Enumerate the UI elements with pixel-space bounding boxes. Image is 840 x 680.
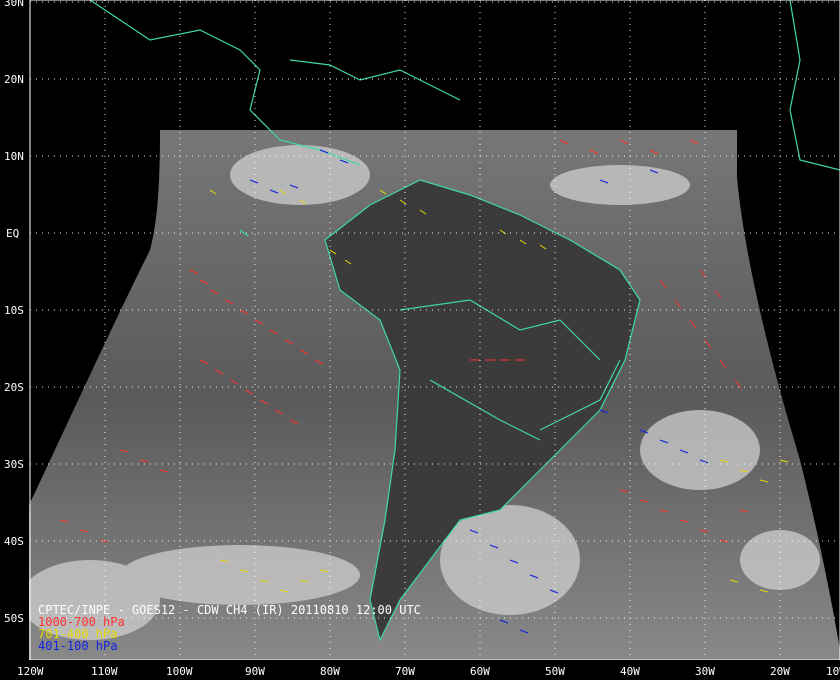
lon-label: 40W <box>620 665 640 678</box>
lon-label: 10W <box>826 665 840 678</box>
lon-label: 80W <box>320 665 340 678</box>
lat-label: 30S <box>4 458 24 471</box>
lat-label: 20N <box>4 73 24 86</box>
lat-label: 10N <box>4 150 24 163</box>
lat-label: EQ <box>6 227 19 240</box>
lon-label: 50W <box>545 665 565 678</box>
lon-label: 90W <box>245 665 265 678</box>
lon-label: 30W <box>695 665 715 678</box>
lat-label: 10S <box>4 304 24 317</box>
lat-label: 20S <box>4 381 24 394</box>
lat-label: 30N <box>4 0 24 9</box>
lon-label: 110W <box>91 665 118 678</box>
lon-label: 20W <box>770 665 790 678</box>
lon-label: 120W <box>17 665 44 678</box>
lat-label: 40S <box>4 535 24 548</box>
lon-label: 60W <box>470 665 490 678</box>
lat-label: 50S <box>4 612 24 625</box>
legend-upper-level: 401-100 hPa <box>38 639 118 653</box>
lon-label: 100W <box>166 665 193 678</box>
left-axis-strip <box>0 0 29 660</box>
satellite-map: 30N 20N 10N EQ 10S 20S 30S 40S 50S 120W … <box>0 0 840 680</box>
lon-label: 70W <box>395 665 415 678</box>
